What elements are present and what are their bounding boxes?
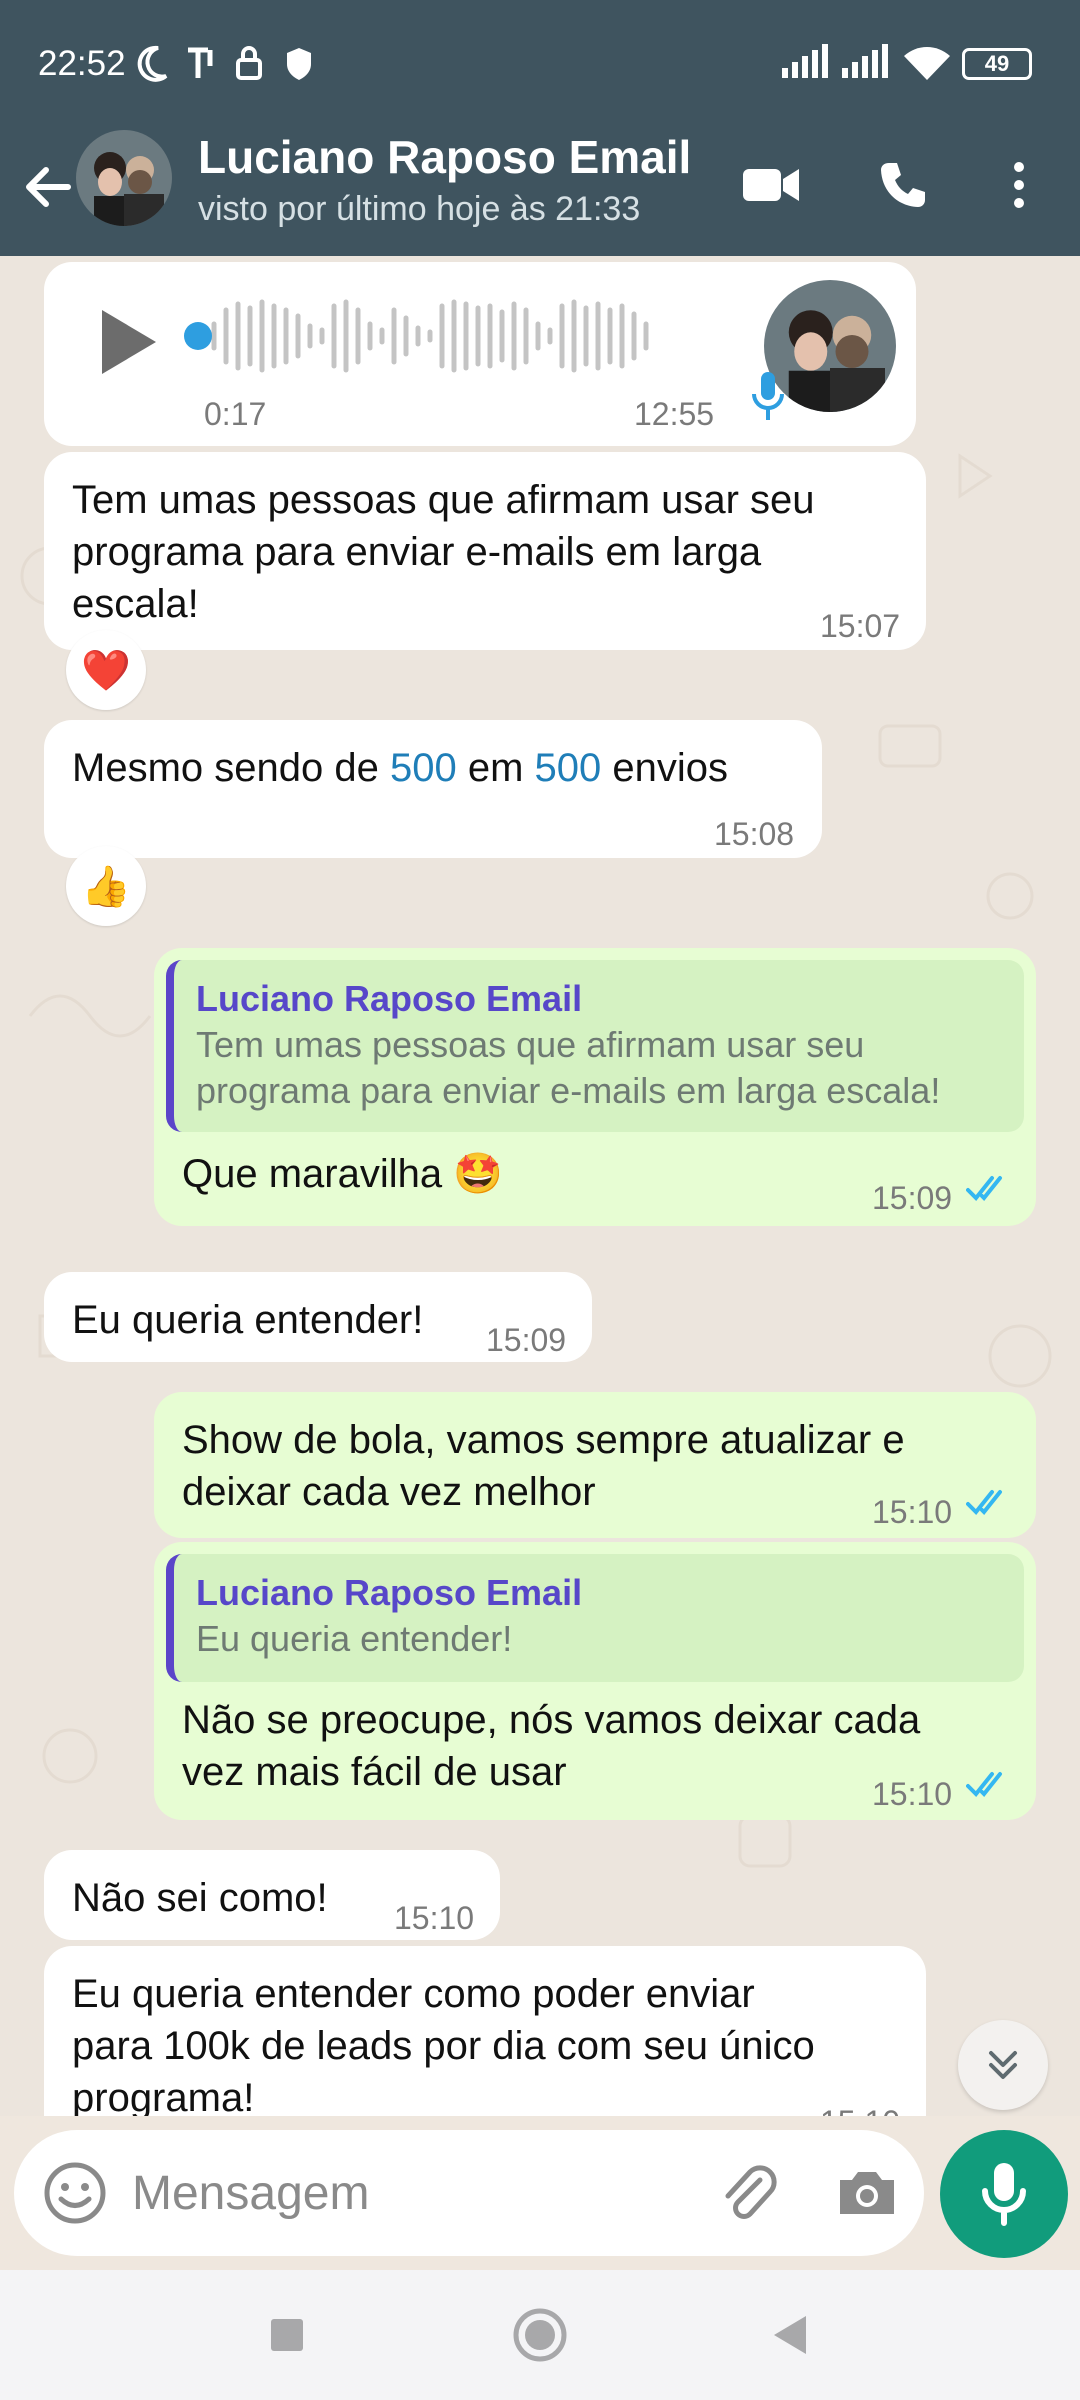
emoji-icon (44, 2162, 106, 2224)
triangle-back-icon (774, 2316, 806, 2354)
play-icon (102, 310, 156, 374)
audio-elapsed: 0:17 (204, 396, 267, 432)
chat-header: Luciano Raposo Email visto por último ho… (0, 128, 1080, 256)
incoming-message[interactable]: Eu queria entender como poder enviar par… (44, 1946, 926, 2116)
play-button[interactable] (94, 302, 164, 382)
number-highlight[interactable]: 500 (535, 746, 602, 790)
moon-icon (137, 45, 168, 82)
quoted-message[interactable]: Luciano Raposo Email Tem umas pessoas qu… (166, 960, 1024, 1132)
message-text: Tem umas pessoas que afirmam usar seu pr… (72, 478, 815, 626)
playback-cursor[interactable] (184, 322, 212, 350)
voice-call-button[interactable] (868, 150, 938, 220)
camera-button[interactable] (834, 2160, 900, 2226)
emoji-button[interactable] (42, 2160, 108, 2226)
shield-icon (287, 48, 311, 80)
reaction-heart[interactable]: ❤️ (66, 630, 146, 710)
lock-icon (236, 46, 262, 80)
mic-icon (752, 372, 784, 420)
reaction-thumbs-up[interactable]: 👍 (66, 846, 146, 926)
audio-waveform[interactable] (184, 296, 764, 376)
quoted-message[interactable]: Luciano Raposo Email Eu queria entender! (166, 1554, 1024, 1682)
message-text: Que maravilha 🤩 (182, 1152, 504, 1196)
status-bar: 22:52 49 (0, 0, 1080, 128)
quote-author: Luciano Raposo Email (196, 978, 583, 1019)
phone-icon (881, 163, 925, 207)
t-icon (188, 47, 213, 78)
contact-avatar[interactable] (76, 130, 172, 226)
quote-text: Eu queria entender! (196, 1618, 513, 1659)
signal-icon (842, 44, 888, 78)
outgoing-reply-message[interactable]: Luciano Raposo Email Tem umas pessoas qu… (154, 948, 1036, 1226)
message-input[interactable] (132, 2160, 692, 2226)
recents-button[interactable] (252, 2300, 322, 2370)
incoming-message[interactable]: Eu queria entender! 15:09 (44, 1272, 592, 1362)
circle-icon (513, 2308, 567, 2362)
outgoing-reply-message[interactable]: Luciano Raposo Email Eu queria entender!… (154, 1542, 1036, 1820)
battery-level: 49 (984, 51, 1010, 76)
message-time: 15:10 (394, 1900, 475, 1936)
chevron-down-icon (989, 2051, 1017, 2079)
read-receipt-icon (966, 1772, 1002, 1797)
composer (14, 2130, 924, 2256)
message-time: 15:10 (872, 1776, 953, 1812)
incoming-message[interactable]: Não sei como! 15:10 (44, 1850, 500, 1940)
scroll-to-bottom-button[interactable] (958, 2020, 1048, 2110)
back-arrow-icon (26, 167, 71, 207)
video-call-icon (743, 169, 799, 201)
number-highlight[interactable]: 500 (390, 746, 457, 790)
contact-name[interactable]: Luciano Raposo Email (198, 130, 691, 184)
signal-icon (782, 44, 828, 78)
message-time: 15:08 (714, 816, 795, 852)
video-call-button[interactable] (736, 150, 806, 220)
square-icon (271, 2319, 303, 2351)
back-nav-button[interactable] (755, 2300, 825, 2370)
incoming-message[interactable]: Mesmo sendo de 500 em 500 envios 15:08 (44, 720, 822, 858)
outgoing-message[interactable]: Show de bola, vamos sempre atualizar e d… (154, 1392, 1036, 1538)
read-receipt-icon (966, 1176, 1002, 1201)
message-time: 15:09 (486, 1322, 567, 1358)
system-nav-bar (0, 2270, 1080, 2400)
back-button[interactable] (18, 156, 80, 218)
attach-button[interactable] (714, 2160, 780, 2226)
message-list[interactable]: 0:17 12:55 Tem umas pessoas que afirmam … (0, 256, 1080, 2116)
incoming-message[interactable]: Tem umas pessoas que afirmam usar seu pr… (44, 452, 926, 650)
more-options-button[interactable] (984, 150, 1054, 220)
home-button[interactable] (505, 2300, 575, 2370)
message-time: 15:09 (872, 1180, 953, 1216)
more-vert-icon (1014, 162, 1024, 208)
wifi-icon (904, 47, 950, 80)
camera-icon (840, 2172, 894, 2214)
message-text: Mesmo sendo de 500 em 500 envios (72, 746, 728, 790)
mic-icon (982, 2163, 1026, 2226)
message-time: 12:55 (634, 396, 715, 432)
message-text: Eu queria entender como poder enviar par… (72, 1972, 815, 2116)
message-time: 15:07 (820, 608, 901, 644)
status-time: 22:52 (38, 44, 126, 83)
message-text: Não se preocupe, nós vamos deixar cada v… (182, 1698, 921, 1794)
attach-icon (725, 2165, 777, 2219)
message-time: 15:10 (872, 1494, 953, 1530)
battery-icon: 49 (962, 48, 1032, 80)
record-voice-button[interactable] (940, 2130, 1068, 2258)
message-time: 15:10 (820, 2096, 900, 2116)
audio-message[interactable]: 0:17 12:55 (44, 262, 916, 446)
quote-author: Luciano Raposo Email (196, 1572, 583, 1613)
last-seen-status: visto por último hoje às 21:33 (198, 190, 641, 228)
quote-text: Tem umas pessoas que afirmam usar seu pr… (196, 1024, 941, 1111)
read-receipt-icon (966, 1490, 1002, 1515)
